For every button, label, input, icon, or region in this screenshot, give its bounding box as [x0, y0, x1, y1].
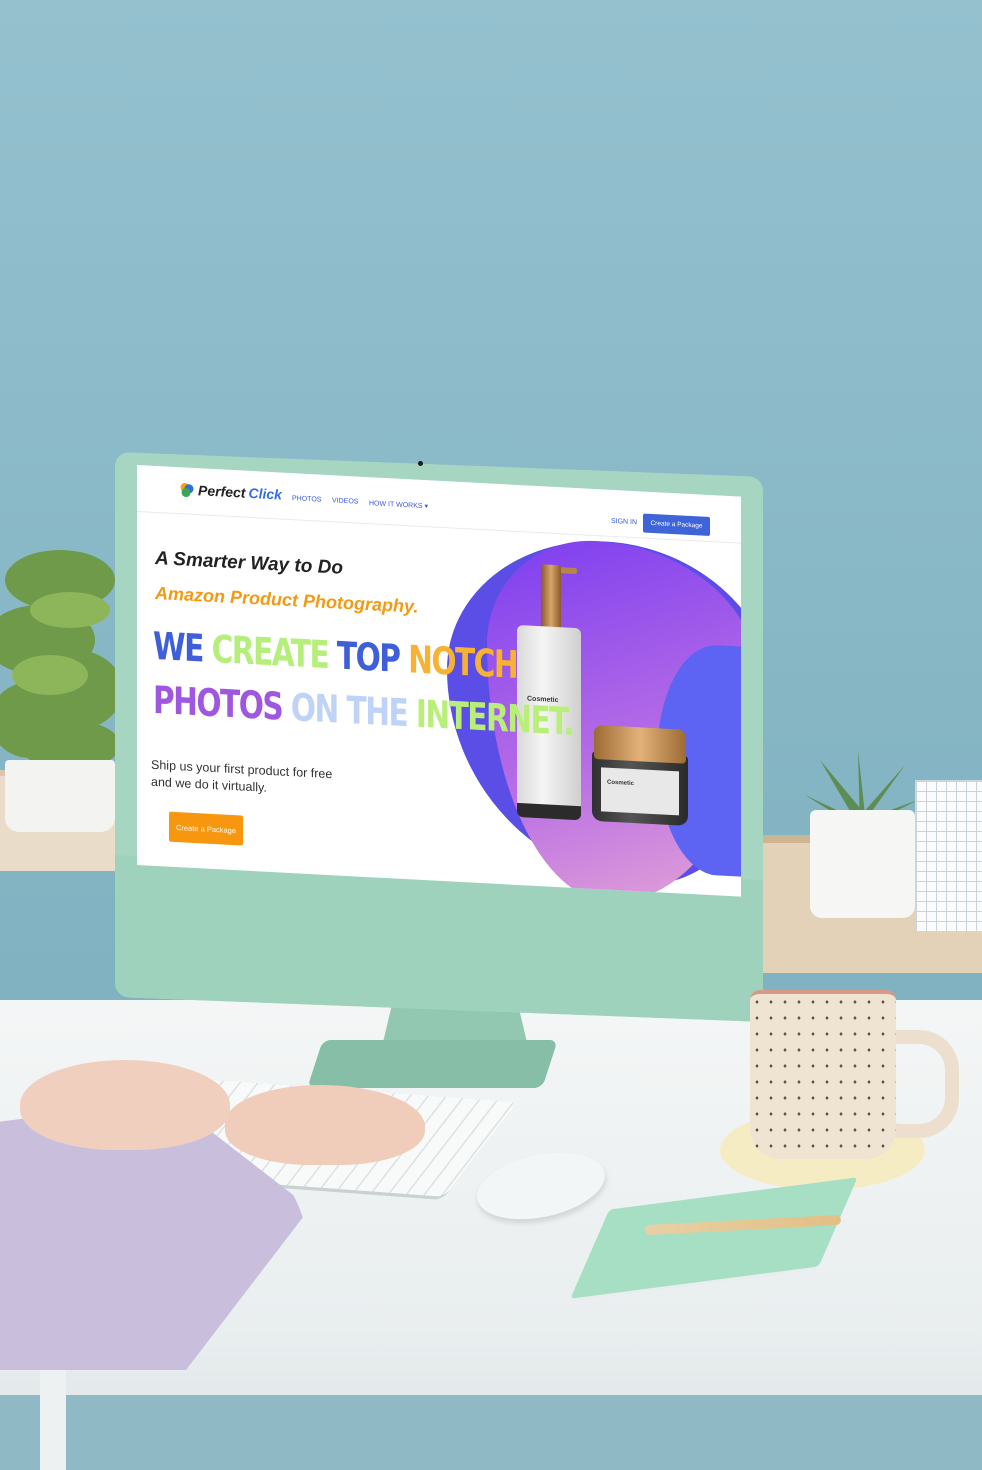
big-word: WE [153, 623, 203, 671]
big-word: INTERNET. [415, 691, 574, 744]
hero-heading-line-1: A Smarter Way to Do [155, 547, 343, 579]
logo-icon [180, 483, 194, 498]
right-hand [225, 1085, 425, 1165]
logo-text-perfect: Perfect [198, 482, 246, 501]
big-word: PHOTOS [153, 677, 283, 729]
pump-neck [541, 564, 561, 636]
big-word: CREATE [211, 626, 329, 678]
jar-lid [594, 724, 686, 764]
hero-heading-line-2: Amazon Product Photography. [155, 582, 419, 617]
floor-background [0, 1395, 982, 1470]
pencil-holder [915, 780, 982, 932]
sign-in-link[interactable]: SIGN IN [611, 518, 637, 526]
nav-link-photos[interactable]: PHOTOS [292, 495, 321, 504]
monitor-stand-base [307, 1040, 558, 1088]
logo-text-click: Click [248, 484, 282, 503]
hero-subtext-line-2: and we do it virtually. [151, 774, 267, 795]
big-word: TOP [336, 633, 400, 681]
left-hand [20, 1060, 230, 1150]
plant-pot-right [810, 810, 915, 918]
jar-label-panel [601, 767, 679, 816]
mug-handle [885, 1030, 959, 1138]
webcam-icon [418, 461, 423, 466]
nav-link-videos[interactable]: VIDEOS [332, 497, 358, 505]
hero-create-package-button[interactable]: Create a Package [169, 811, 243, 846]
big-word: NOTCH [408, 637, 518, 687]
nav-create-package-button[interactable]: Create a Package [643, 513, 710, 537]
speckled-mug [750, 990, 896, 1159]
perfect-click-logo[interactable]: Perfect Click [179, 481, 282, 503]
big-word: ON THE [290, 685, 408, 736]
website-screen: Perfect Click PHOTOS VIDEOS HOW IT WORKS… [137, 465, 741, 897]
plant-pot-left [5, 760, 115, 832]
nav-link-how-it-works[interactable]: HOW IT WORKS ▾ [369, 499, 428, 510]
